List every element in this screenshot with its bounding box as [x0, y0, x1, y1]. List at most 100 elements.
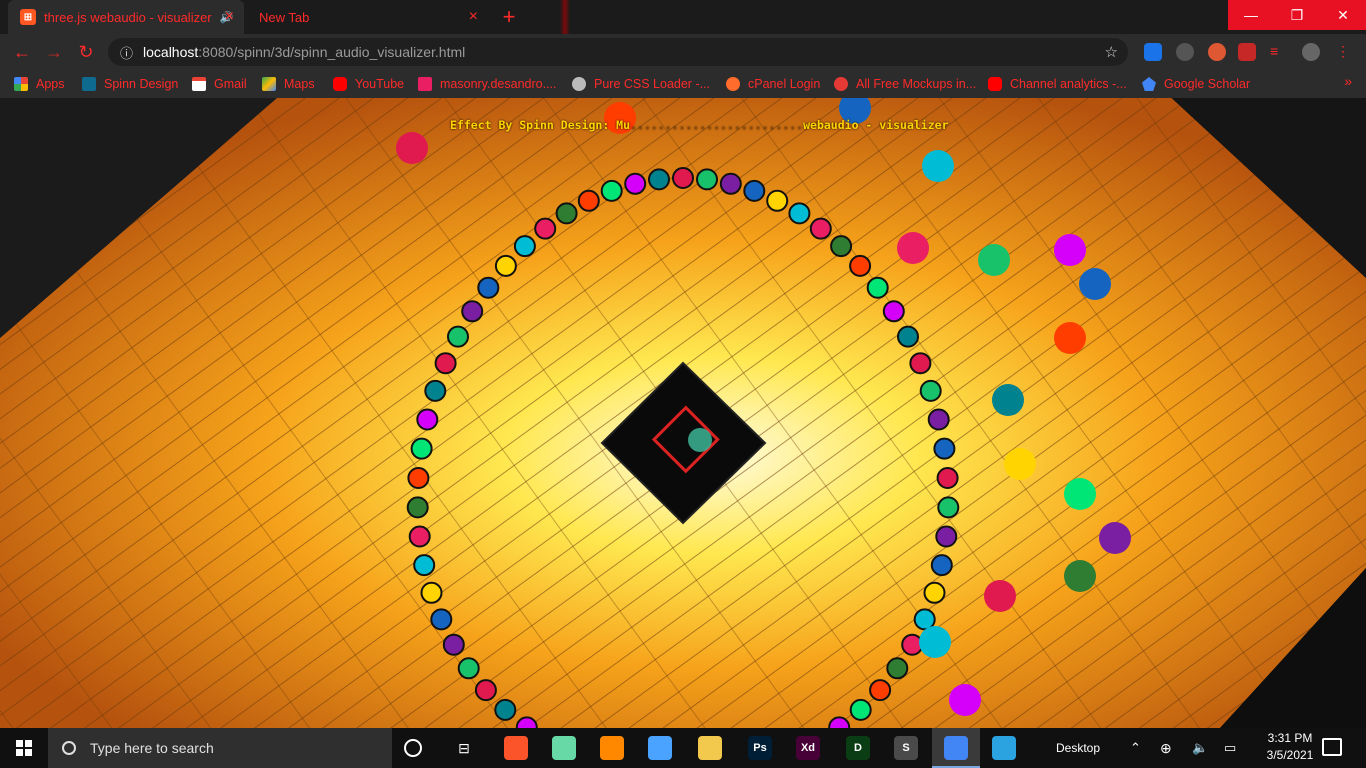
spectrum-ball — [407, 467, 430, 489]
menu-icon[interactable]: ⋮ — [1334, 43, 1352, 61]
atom-icon[interactable] — [552, 736, 576, 760]
bookmark-maps[interactable]: Maps — [262, 75, 315, 93]
floating-ball — [396, 132, 428, 164]
spectrum-ball — [600, 179, 623, 202]
chrome-icon[interactable] — [944, 736, 968, 760]
sublime-icon[interactable]: S — [894, 736, 918, 760]
spectrum-ball — [897, 325, 919, 348]
taskbar-clock[interactable]: 3:31 PM 3/5/2021 — [1260, 730, 1320, 764]
spectrum-ball — [882, 300, 905, 323]
close-tab-icon[interactable]: × — [225, 8, 234, 26]
clock-time: 3:31 PM — [1267, 731, 1313, 745]
bookmarks-overflow-icon[interactable]: » — [1344, 73, 1352, 89]
reload-button[interactable]: ↻ — [76, 42, 96, 62]
spectrum-ball — [555, 202, 578, 225]
floating-ball — [992, 384, 1024, 416]
windows-logo-icon — [16, 740, 32, 756]
volume-icon[interactable]: 🔈 — [1192, 728, 1208, 768]
spectrum-ball — [648, 168, 670, 191]
spectrum-ball — [416, 408, 439, 431]
network-icon[interactable] — [648, 736, 672, 760]
spectrum-ball — [886, 657, 909, 680]
forward-button[interactable]: → — [44, 42, 64, 62]
spectrum-ball — [513, 235, 536, 258]
bookmark-spinn-design[interactable]: Spinn Design — [82, 75, 178, 93]
bookmark-star-icon[interactable]: ☆ — [1105, 43, 1118, 61]
bookmark-cpanel[interactable]: cPanel Login — [726, 75, 820, 93]
bookmark-mockups[interactable]: All Free Mockups in... — [834, 75, 976, 93]
tab-label: three.js webaudio - visualizer — [44, 9, 212, 25]
info-icon[interactable]: ⓘ — [120, 43, 133, 62]
tab-visualizer[interactable]: ⊞ three.js webaudio - visualizer 🔊 × — [8, 0, 244, 34]
chevron-up-icon[interactable]: ⌃ — [1130, 728, 1141, 768]
minimize-button[interactable]: — — [1228, 0, 1274, 30]
photoshop-icon[interactable]: Ps — [748, 736, 772, 760]
spectrum-ball — [624, 172, 647, 195]
bookmark-gmail[interactable]: Gmail — [192, 75, 247, 93]
brave-icon[interactable] — [504, 736, 528, 760]
floating-ball — [1054, 234, 1086, 266]
browser-toolbar: ← → ↻ ⓘ localhost:8080/spinn/3d/spinn_au… — [0, 34, 1366, 70]
taskbar-search-box[interactable]: Type here to search — [48, 728, 392, 768]
file-explorer-icon[interactable] — [698, 736, 722, 760]
extension-icon[interactable] — [1208, 43, 1226, 61]
tab-strip: ⊞ three.js webaudio - visualizer 🔊 × New… — [0, 0, 1366, 34]
spectrum-ball — [828, 716, 851, 728]
new-tab-button[interactable]: + — [496, 4, 522, 29]
floating-ball — [922, 150, 954, 182]
xd-icon[interactable]: Xd — [796, 736, 820, 760]
extension-icon[interactable] — [1176, 43, 1194, 61]
floating-ball — [897, 232, 929, 264]
clock-date: 3/5/2021 — [1266, 748, 1314, 762]
floating-ball — [978, 244, 1010, 276]
floating-ball — [984, 580, 1016, 612]
close-tab-icon[interactable]: × — [469, 8, 478, 26]
scholar-icon — [1142, 77, 1156, 91]
tab-new-tab[interactable]: New Tab × — [248, 0, 488, 34]
spectrum-ball — [442, 633, 465, 656]
spectrum-ball — [434, 352, 457, 375]
avatar[interactable] — [1302, 43, 1320, 61]
back-button[interactable]: ← — [12, 42, 32, 62]
bookmark-css-loader[interactable]: Pure CSS Loader -... — [572, 75, 710, 93]
notification-center-icon[interactable] — [1322, 738, 1342, 756]
visualizer-scene — [0, 98, 1366, 728]
floating-ball — [1054, 322, 1086, 354]
bookmark-youtube[interactable]: YouTube — [333, 75, 404, 93]
threejs-favicon-icon: ⊞ — [20, 9, 36, 25]
spectrum-ball — [909, 352, 932, 375]
telegram-icon[interactable] — [992, 736, 1016, 760]
close-window-button[interactable]: ✕ — [1320, 0, 1366, 30]
floating-ball — [1004, 448, 1036, 480]
spectrum-ball — [457, 657, 480, 680]
overlay-caption: Effect By Spinn Design: Mu..............… — [450, 118, 949, 132]
cortana-icon[interactable] — [404, 739, 422, 757]
spectrum-ball — [534, 217, 557, 240]
reading-list-icon[interactable]: ≡ — [1270, 43, 1288, 61]
youtube-icon — [988, 77, 1002, 91]
network-globe-icon[interactable]: ⊕ — [1160, 728, 1172, 768]
webgl-canvas[interactable]: Effect By Spinn Design: Mu..............… — [0, 98, 1366, 728]
maximize-button[interactable]: ❐ — [1274, 0, 1320, 30]
task-view-icon[interactable]: ⊟ — [452, 736, 476, 760]
battery-icon[interactable]: ▭ — [1224, 728, 1236, 768]
spectrum-ball — [413, 554, 436, 577]
address-bar[interactable]: ⓘ localhost:8080/spinn/3d/spinn_audio_vi… — [108, 38, 1128, 66]
dreamweaver-icon[interactable]: D — [846, 736, 870, 760]
spectrum-ball — [930, 554, 953, 577]
desktop-toolbar-label[interactable]: Desktop — [1056, 728, 1100, 768]
spectrum-ball — [937, 496, 960, 519]
extension-icon[interactable] — [1144, 43, 1162, 61]
spectrum-ball — [420, 581, 443, 604]
bookmark-apps[interactable]: Apps — [14, 75, 65, 93]
start-button[interactable] — [0, 728, 48, 768]
bookmark-masonry[interactable]: masonry.desandro.... — [418, 75, 557, 93]
bookmark-google-scholar[interactable]: Google Scholar — [1142, 75, 1250, 93]
bookmark-channel-analytics[interactable]: Channel analytics -... — [988, 75, 1127, 93]
spectrum-ball — [788, 202, 811, 225]
cpanel-icon — [726, 77, 740, 91]
vlc-icon[interactable] — [600, 736, 624, 760]
puzzle-icon[interactable] — [1238, 43, 1256, 61]
spectrum-ball — [849, 254, 872, 277]
youtube-icon — [333, 77, 347, 91]
